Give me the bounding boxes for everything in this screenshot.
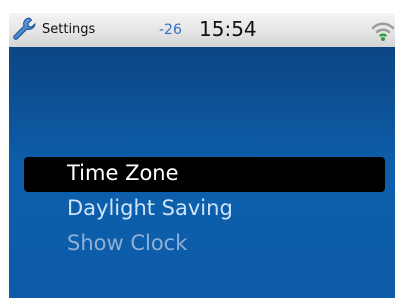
menu-item-time-zone[interactable]: Time Zone [24,157,385,192]
status-bar: Settings -26 15:54 [9,13,395,47]
menu-item-daylight-saving[interactable]: Daylight Saving [24,192,385,227]
wifi-icon [371,22,395,41]
menu-item-show-clock[interactable]: Show Clock [24,227,385,262]
wrench-icon [13,17,36,40]
device-screen: Settings -26 15:54 Time Zone Daylight Sa… [9,13,395,298]
status-title: Settings [42,22,96,37]
clock-time: 15:54 [199,17,257,41]
settings-menu: Time Zone Daylight Saving Show Clock [24,157,385,262]
signal-strength-value: -26 [159,22,182,38]
